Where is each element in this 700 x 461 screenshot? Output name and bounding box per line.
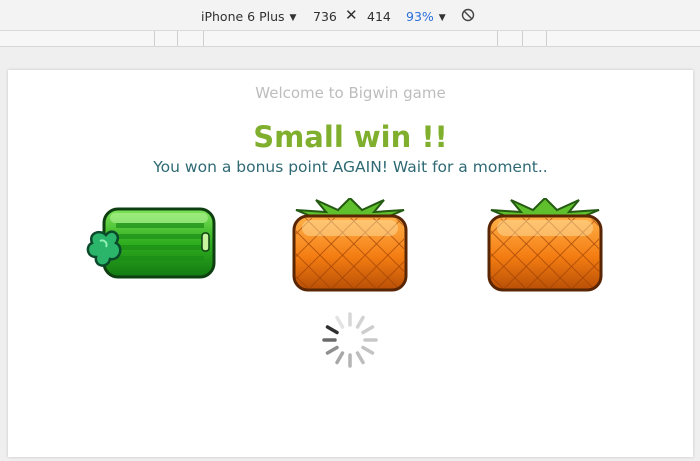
loading-spinner-icon: [322, 312, 378, 368]
ruler-divider: [154, 31, 155, 46]
result-subtitle: You won a bonus point AGAIN! Wait for a …: [153, 158, 548, 176]
ruler-divider: [522, 31, 523, 46]
welcome-text: Welcome to Bigwin game: [255, 84, 446, 102]
chevron-down-icon: ▼: [289, 13, 297, 23]
result-title: Small win !!: [253, 120, 448, 154]
media-query-ruler: [0, 31, 700, 47]
zoom-value: 93%: [406, 9, 434, 24]
zoom-select[interactable]: 93% ▼: [406, 9, 446, 24]
ruler-divider: [497, 31, 498, 46]
device-name: iPhone 6 Plus: [201, 9, 285, 24]
rotate-icon[interactable]: [461, 8, 475, 22]
ruler-divider: [546, 31, 547, 46]
chevron-down-icon: ▼: [438, 13, 446, 23]
width-field[interactable]: [313, 9, 341, 24]
pineapple-icon: [487, 198, 603, 292]
height-field[interactable]: [367, 9, 395, 24]
ruler-divider: [203, 31, 204, 46]
device-toolbar: iPhone 6 Plus ▼ ✕ 93% ▼: [0, 0, 700, 31]
watermelon-icon: [86, 207, 216, 279]
device-viewport: Welcome to Bigwin game Small win !! You …: [8, 70, 693, 457]
times-icon: ✕: [345, 6, 358, 24]
pineapple-icon: [292, 198, 408, 292]
ruler-divider: [177, 31, 178, 46]
device-select[interactable]: iPhone 6 Plus ▼: [201, 9, 296, 24]
